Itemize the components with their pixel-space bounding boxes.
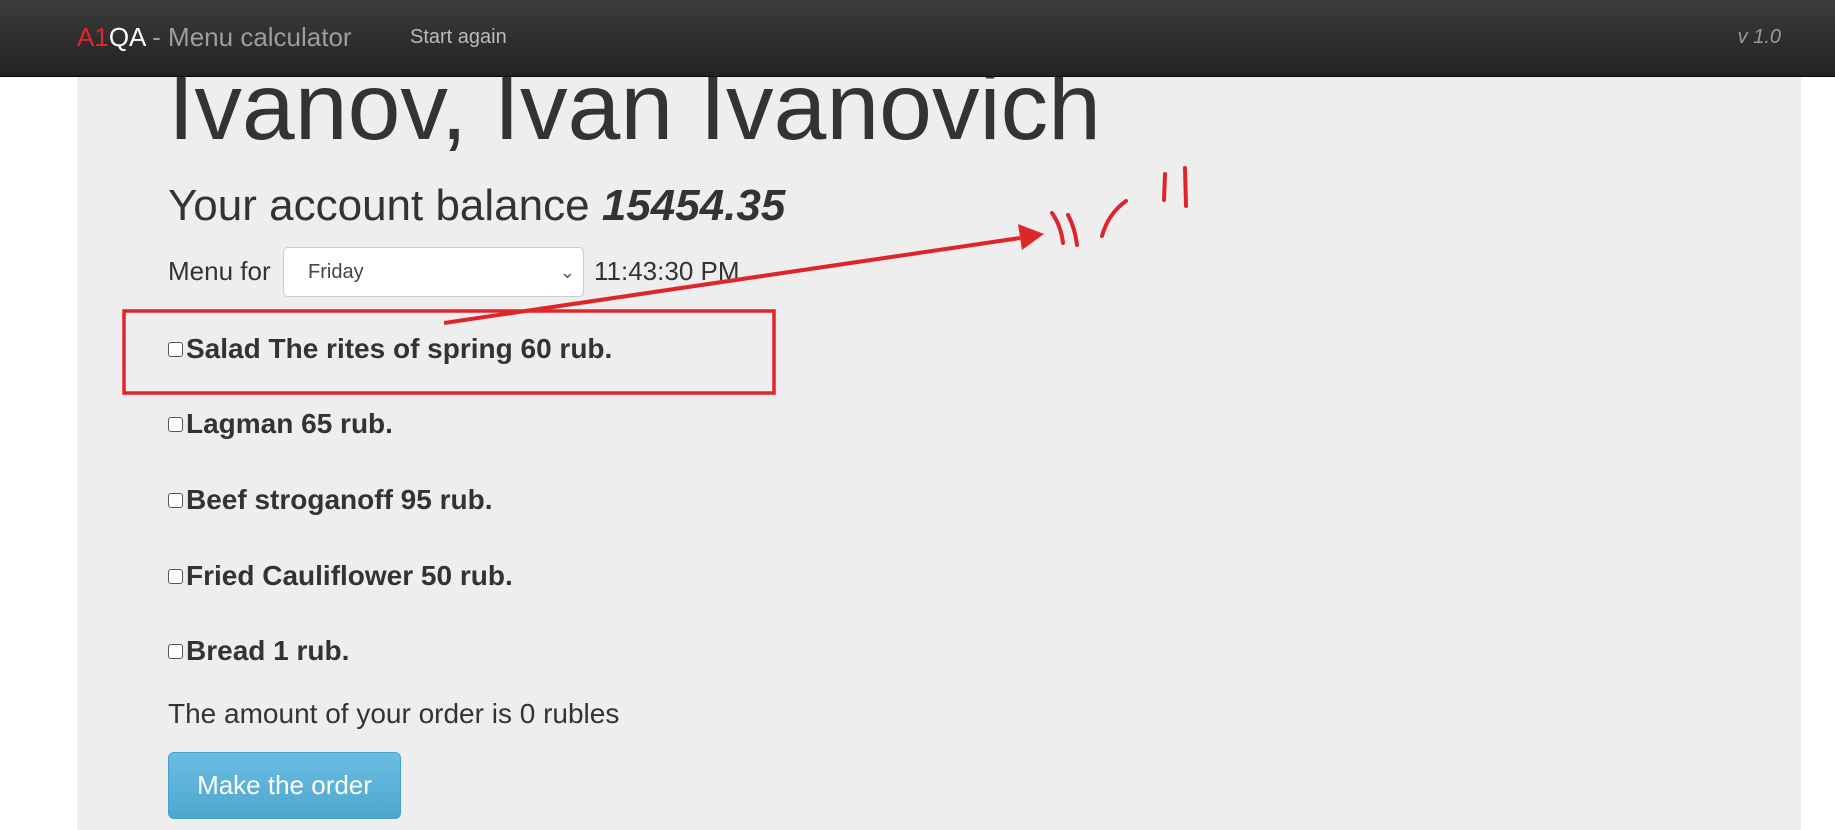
day-select-value: Friday bbox=[308, 261, 364, 283]
menu-item-label[interactable]: Fried Cauliflower 50 rub. bbox=[186, 558, 513, 594]
menu-item-checkbox[interactable] bbox=[168, 643, 183, 659]
menu-item-label[interactable]: Beef stroganoff 95 rub. bbox=[186, 482, 492, 518]
balance-amount: 15454.35 bbox=[601, 181, 786, 230]
brand-a1: A1 bbox=[77, 22, 109, 52]
menu-item-bread[interactable]: Bread 1 rub. bbox=[168, 633, 349, 669]
brand-logo[interactable]: A1QA - Menu calculator bbox=[77, 20, 352, 54]
version-label: v 1.0 bbox=[1737, 26, 1781, 48]
chevron-down-icon: ⌄ bbox=[559, 262, 575, 282]
menu-item-checkbox[interactable] bbox=[168, 568, 183, 584]
day-select[interactable]: Friday ⌄ bbox=[283, 247, 584, 297]
start-again-link[interactable]: Start again bbox=[410, 25, 507, 49]
menu-item-label[interactable]: Lagman 65 rub. bbox=[186, 406, 393, 442]
make-order-button[interactable]: Make the order bbox=[168, 752, 401, 819]
brand-title: - Menu calculator bbox=[144, 22, 352, 52]
menu-for-label: Menu for bbox=[168, 256, 271, 286]
account-balance: Your account balance 15454.35 bbox=[168, 180, 785, 232]
menu-item-checkbox[interactable] bbox=[168, 341, 183, 357]
order-total: The amount of your order is 0 rubles bbox=[168, 698, 620, 729]
balance-label: Your account balance bbox=[168, 181, 602, 230]
brand-qa: QA bbox=[108, 22, 145, 52]
menu-item-label[interactable]: Salad The rites of spring 60 rub. bbox=[186, 331, 612, 367]
top-navbar: A1QA - Menu calculator Start again v 1.0 bbox=[0, 0, 1835, 77]
menu-item-fried-cauliflower[interactable]: Fried Cauliflower 50 rub. bbox=[168, 558, 513, 594]
current-time: 11:43:30 PM bbox=[594, 256, 740, 286]
menu-item-checkbox[interactable] bbox=[168, 492, 183, 508]
menu-item-lagman[interactable]: Lagman 65 rub. bbox=[168, 406, 393, 442]
menu-item-beef-stroganoff[interactable]: Beef stroganoff 95 rub. bbox=[168, 482, 492, 518]
menu-item-label[interactable]: Bread 1 rub. bbox=[186, 633, 349, 669]
menu-item-salad[interactable]: Salad The rites of spring 60 rub. bbox=[168, 331, 612, 367]
menu-item-checkbox[interactable] bbox=[168, 416, 183, 432]
